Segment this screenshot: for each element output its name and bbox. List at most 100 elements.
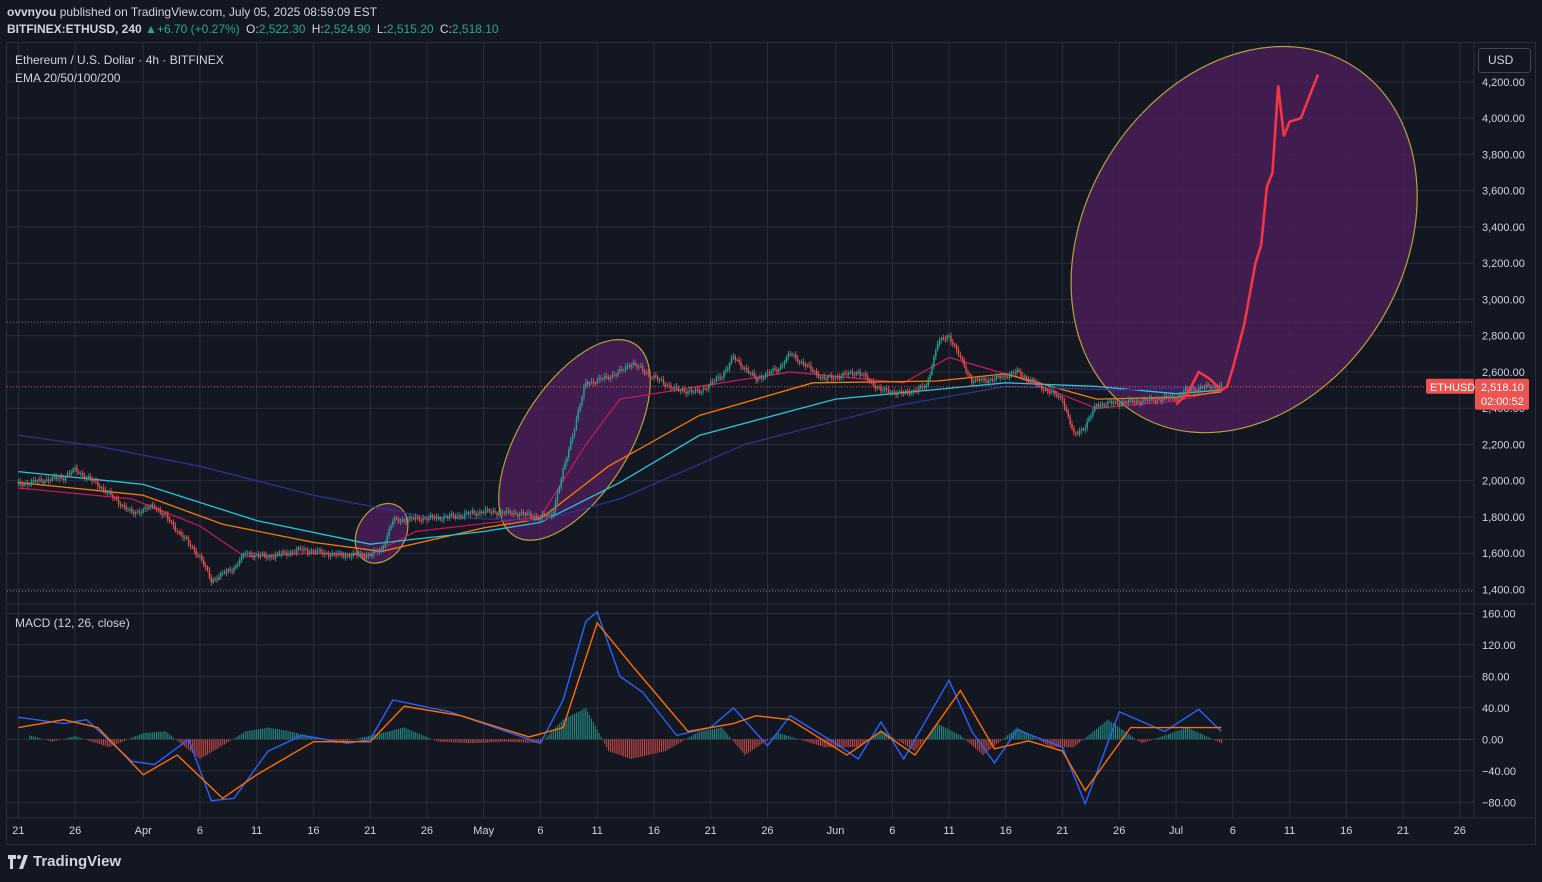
candle-body <box>1196 390 1198 392</box>
main-legend[interactable]: Ethereum / U.S. Dollar · 4h · BITFINEX <box>15 53 224 67</box>
candle <box>70 469 73 478</box>
macd-legend[interactable]: MACD (12, 26, close) <box>15 616 130 630</box>
candle-body <box>577 410 579 419</box>
candle <box>986 377 988 385</box>
candle <box>81 469 84 479</box>
candle <box>976 376 979 383</box>
candle <box>740 358 742 371</box>
candle-body <box>617 371 619 375</box>
candle-body <box>564 462 566 469</box>
candle-body <box>182 535 184 538</box>
candle-body <box>1084 428 1086 430</box>
candle <box>76 464 78 476</box>
candle <box>55 473 57 482</box>
candle-body <box>206 566 209 571</box>
candle-body <box>477 513 479 516</box>
candle-body <box>534 516 536 518</box>
candle-body <box>666 385 668 387</box>
candle-body <box>218 576 220 580</box>
candle-body <box>386 535 388 543</box>
candle-body <box>51 476 54 480</box>
candle-body <box>1029 380 1032 382</box>
candle-body <box>356 553 358 556</box>
candle-body <box>556 492 559 501</box>
candle-body <box>766 372 769 374</box>
candle-body <box>473 511 475 513</box>
candle <box>931 363 933 376</box>
candle <box>1111 399 1113 407</box>
candle-body <box>373 550 375 555</box>
candle-body <box>254 554 256 558</box>
candle <box>715 375 718 383</box>
candle <box>1027 375 1030 385</box>
candle-body <box>129 508 131 510</box>
candle-body <box>1114 401 1117 404</box>
time-tick-label: Jul <box>1169 825 1183 837</box>
candle <box>857 369 859 376</box>
candle <box>993 376 996 385</box>
candle <box>271 553 273 561</box>
candle-body <box>102 487 105 490</box>
candle-body <box>297 547 300 550</box>
candle-body <box>842 373 844 377</box>
candle <box>1080 426 1083 435</box>
candle-body <box>405 520 407 522</box>
candle-body <box>1099 405 1102 407</box>
candle <box>1063 397 1066 412</box>
candle-body <box>1073 428 1075 433</box>
tradingview-logo[interactable]: TradingView <box>8 853 121 870</box>
candle-body <box>195 550 197 556</box>
candle <box>685 389 687 398</box>
candle-body <box>163 513 165 516</box>
macd-tick-label: 0.00 <box>1482 734 1503 746</box>
candle-body <box>853 374 856 376</box>
candle-body <box>252 555 254 558</box>
candle-body <box>1086 421 1088 429</box>
candle-body <box>640 366 642 368</box>
candle <box>849 369 852 375</box>
candle <box>195 547 197 559</box>
candle-body <box>335 553 337 556</box>
candle-body <box>337 553 339 556</box>
macd-tick-label: −40.00 <box>1482 766 1516 778</box>
ema-legend[interactable]: EMA 20/50/100/200 <box>15 71 120 85</box>
macd-tick-label: −80.00 <box>1482 797 1516 809</box>
candle-body <box>261 553 264 556</box>
chart-canvas[interactable]: 4,200.00 4,000.00 3,800.00 3,600.00 3,400.00… <box>0 0 1542 882</box>
candle-body <box>55 476 57 479</box>
candle-body <box>679 390 682 392</box>
candle-body <box>895 393 897 395</box>
highlight-ellipse <box>354 502 409 564</box>
candle-body <box>501 511 504 513</box>
time-tick-label: 26 <box>69 825 81 837</box>
candle <box>305 547 307 552</box>
candle-body <box>819 377 822 379</box>
candle-body <box>465 512 468 514</box>
candle <box>1008 371 1011 382</box>
currency-button[interactable]: USD <box>1478 48 1531 73</box>
candle-body <box>486 509 489 511</box>
candle-body <box>1112 403 1115 405</box>
candle <box>1094 402 1096 413</box>
candle-body <box>341 552 343 556</box>
candle-body <box>324 552 326 555</box>
candle-body <box>573 428 576 436</box>
candle-body <box>1150 397 1153 399</box>
candle-body <box>541 514 544 518</box>
tradingview-logo-icon <box>8 854 28 869</box>
candle-body <box>664 383 666 387</box>
candle <box>233 565 235 575</box>
candle-body <box>380 548 383 552</box>
candle-body <box>590 381 593 384</box>
candle-body <box>537 516 540 519</box>
candle-body <box>1082 429 1085 431</box>
candle-body <box>713 381 716 383</box>
candle-body <box>505 510 508 514</box>
candle-body <box>133 512 135 515</box>
countdown-label: 02:00:52 <box>1481 396 1524 408</box>
candle-body <box>121 504 124 507</box>
candle-body <box>307 549 309 554</box>
candle-body <box>908 391 911 395</box>
candle-body <box>575 418 578 429</box>
candle-body <box>634 363 636 365</box>
